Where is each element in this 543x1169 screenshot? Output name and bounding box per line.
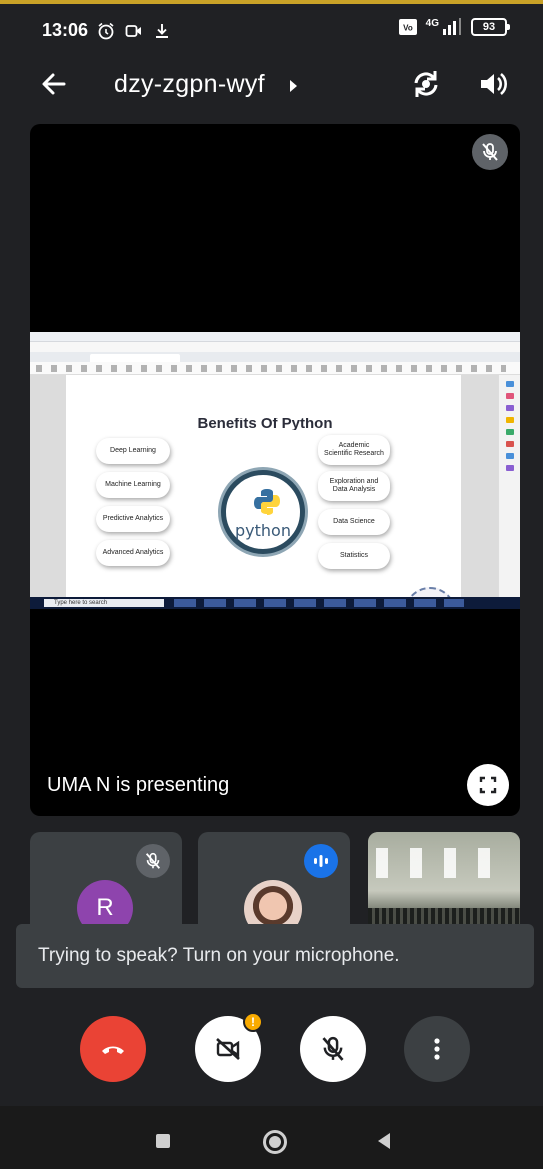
hang-up-icon bbox=[102, 1046, 124, 1054]
battery-icon: 93 bbox=[471, 18, 510, 36]
shared-window-titlebar bbox=[30, 332, 520, 342]
slide-item-right-4: Statistics bbox=[318, 543, 390, 569]
shared-slide-page: Benefits Of Python Deep Learning Machine… bbox=[66, 375, 461, 609]
slide-item-left-4: Advanced Analytics bbox=[96, 540, 170, 566]
meet-call-screen: 13:06 Vo 4G 93 dzy-zgpn-wyf Benefits Of … bbox=[0, 0, 543, 1169]
presenting-label: UMA N is presenting bbox=[47, 774, 230, 796]
home-icon[interactable] bbox=[263, 1130, 287, 1154]
more-vert-icon bbox=[434, 1038, 440, 1060]
slide-item-right-2: Exploration and Data Analysis bbox=[318, 471, 390, 501]
sidebar-tool-icon bbox=[505, 465, 514, 471]
recents-icon[interactable] bbox=[156, 1134, 170, 1148]
sidebar-tool-icon bbox=[505, 405, 514, 411]
shared-toolbar bbox=[30, 362, 520, 375]
mic-off-icon bbox=[322, 1036, 344, 1061]
mic-suggestion-toast: Trying to speak? Turn on your microphone… bbox=[16, 924, 534, 988]
shared-taskbar: Type here to search bbox=[30, 597, 520, 609]
switch-camera-icon[interactable] bbox=[408, 66, 444, 102]
sidebar-tool-icon bbox=[505, 381, 514, 387]
taskbar-search-text: Type here to search bbox=[54, 600, 108, 606]
slide-item-right-3: Data Science bbox=[318, 509, 390, 535]
slide-item-left-2: Machine Learning bbox=[96, 472, 170, 498]
shared-menu-bar bbox=[30, 342, 520, 352]
network-type-label: 4G bbox=[425, 17, 439, 29]
sidebar-tool-icon bbox=[505, 429, 514, 435]
microphone-toggle-button[interactable] bbox=[300, 1016, 366, 1082]
camera-off-icon bbox=[216, 1038, 240, 1060]
shared-tools-sidebar bbox=[498, 375, 520, 597]
volte-icon: Vo bbox=[398, 19, 417, 35]
end-call-button[interactable] bbox=[80, 1016, 146, 1082]
meeting-details-arrow-icon[interactable] bbox=[290, 80, 297, 92]
sidebar-tool-icon bbox=[505, 393, 514, 399]
shared-taskbar-apps bbox=[174, 599, 464, 607]
slide-title: Benefits Of Python bbox=[197, 418, 333, 430]
svg-text:Vo: Vo bbox=[403, 24, 413, 33]
fullscreen-icon bbox=[479, 776, 497, 794]
speaking-indicator bbox=[304, 844, 338, 878]
alarm-icon bbox=[98, 22, 114, 40]
download-icon bbox=[156, 24, 168, 38]
sidebar-tool-icon bbox=[505, 441, 514, 447]
status-icons-left bbox=[96, 21, 172, 41]
slide-item-right-1: Academic Scientific Research bbox=[318, 435, 390, 465]
top-accent-line bbox=[0, 0, 543, 4]
signal-icon bbox=[443, 18, 461, 35]
python-logo: python bbox=[221, 470, 305, 554]
sidebar-tool-icon bbox=[505, 453, 514, 459]
fullscreen-button[interactable] bbox=[467, 764, 509, 806]
camera-warning-badge: ! bbox=[243, 1012, 263, 1032]
video-call-icon bbox=[125, 25, 141, 37]
shared-tab bbox=[90, 354, 180, 362]
room-ceiling-lights bbox=[376, 848, 512, 878]
shared-tab-strip bbox=[30, 352, 520, 362]
call-header: dzy-zgpn-wyf bbox=[0, 58, 543, 110]
status-bar: 13:06 Vo 4G 93 bbox=[0, 12, 543, 48]
status-time: 13:06 bbox=[42, 20, 89, 40]
toast-message: Trying to speak? Turn on your microphone… bbox=[38, 945, 400, 966]
meeting-code[interactable]: dzy-zgpn-wyf bbox=[114, 70, 265, 99]
slide-item-left-1: Deep Learning bbox=[96, 438, 170, 464]
more-options-button[interactable] bbox=[404, 1016, 470, 1082]
slide-item-left-3: Predictive Analytics bbox=[96, 506, 170, 532]
python-wordmark: python bbox=[235, 521, 291, 540]
mic-off-icon bbox=[482, 143, 498, 161]
system-nav-bar bbox=[0, 1106, 543, 1169]
python-logo-icon bbox=[254, 489, 280, 515]
nav-back-icon[interactable] bbox=[378, 1133, 390, 1149]
sidebar-tool-icon bbox=[505, 417, 514, 423]
audio-level-icon bbox=[314, 855, 328, 867]
presentation-tile[interactable]: Benefits Of Python Deep Learning Machine… bbox=[30, 124, 520, 816]
shared-screen: Benefits Of Python Deep Learning Machine… bbox=[30, 332, 520, 609]
back-arrow-icon[interactable] bbox=[38, 68, 70, 100]
mic-off-icon bbox=[145, 852, 161, 869]
shared-taskbar-search: Type here to search bbox=[44, 599, 164, 607]
speaker-icon[interactable] bbox=[474, 66, 510, 102]
status-icons-right: Vo 4G 93 bbox=[398, 17, 510, 36]
camera-toggle-button[interactable]: ! bbox=[195, 1012, 263, 1082]
participant-muted-indicator bbox=[136, 844, 170, 878]
presenter-muted-indicator bbox=[472, 134, 508, 170]
shared-toolbar-icons bbox=[36, 365, 506, 372]
battery-level: 93 bbox=[482, 21, 496, 33]
